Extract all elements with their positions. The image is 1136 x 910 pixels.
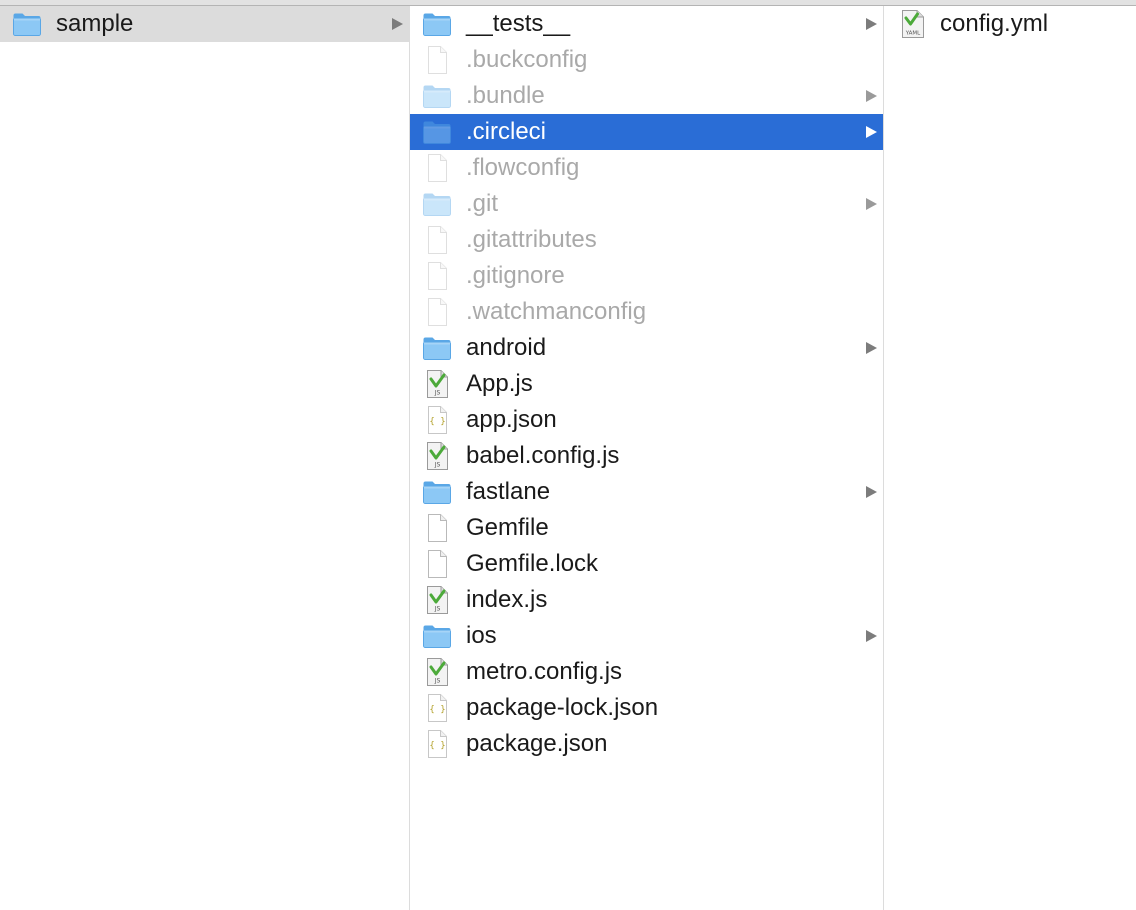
item-name: .gitattributes (466, 226, 597, 253)
document-icon (422, 153, 452, 183)
item-name: .flowconfig (466, 154, 580, 181)
item-name: config.yml (940, 10, 1049, 37)
document-icon (422, 261, 452, 291)
folder-row-fastlane[interactable]: fastlane (410, 474, 883, 510)
folder-row-sample[interactable]: sample (0, 6, 409, 42)
file-row-babel-config-js[interactable]: JS babel.config.js (410, 438, 883, 474)
item-name: .watchmanconfig (466, 298, 647, 325)
file-row-metro-config-js[interactable]: JS metro.config.js (410, 654, 883, 690)
item-name: metro.config.js (466, 658, 623, 685)
folder-icon (422, 621, 452, 651)
folder-row-ios[interactable]: ios (410, 618, 883, 654)
file-row-flowconfig[interactable]: .flowconfig (410, 150, 883, 186)
json-file-icon: { } (422, 405, 452, 435)
disclosure-arrow-icon (866, 630, 877, 642)
folder-icon (422, 117, 452, 147)
disclosure-arrow-icon (866, 486, 877, 498)
svg-text:{ }: { } (429, 741, 445, 751)
file-row-app-js[interactable]: JS App.js (410, 366, 883, 402)
svg-text:YAML: YAML (905, 31, 921, 37)
file-row-watchmanconfig[interactable]: .watchmanconfig (410, 294, 883, 330)
column-sample-contents[interactable]: __tests__ .buckconfig .bundle .circleci .flo… (410, 6, 884, 910)
yaml-file-icon: YAML (898, 9, 928, 39)
document-icon (422, 297, 452, 327)
document-icon (422, 549, 452, 579)
item-name: babel.config.js (466, 442, 620, 469)
item-name: .gitignore (466, 262, 565, 289)
file-row-gemfile[interactable]: Gemfile (410, 510, 883, 546)
folder-icon (422, 477, 452, 507)
item-name: android (466, 334, 547, 361)
file-row-gitattributes[interactable]: .gitattributes (410, 222, 883, 258)
folder-row-tests[interactable]: __tests__ (410, 6, 883, 42)
document-icon (422, 45, 452, 75)
column-parent[interactable]: sample (0, 6, 410, 910)
file-row-app-json[interactable]: { } app.json (410, 402, 883, 438)
item-name: fastlane (466, 478, 551, 505)
folder-icon (422, 189, 452, 219)
disclosure-arrow-icon (866, 342, 877, 354)
item-name: Gemfile.lock (466, 550, 599, 577)
item-name: .buckconfig (466, 46, 588, 73)
json-file-icon: { } (422, 729, 452, 759)
js-file-icon: JS (422, 657, 452, 687)
svg-text:JS: JS (434, 606, 441, 613)
svg-text:JS: JS (434, 678, 441, 685)
item-name: .circleci (466, 118, 547, 145)
file-row-index-js[interactable]: JS index.js (410, 582, 883, 618)
disclosure-arrow-icon (866, 198, 877, 210)
svg-text:JS: JS (434, 462, 441, 469)
svg-text:{ }: { } (429, 705, 445, 715)
disclosure-arrow-icon (866, 126, 877, 138)
json-file-icon: { } (422, 693, 452, 723)
item-name: .git (466, 190, 499, 217)
js-file-icon: JS (422, 585, 452, 615)
svg-text:JS: JS (434, 390, 441, 397)
file-row-config-yml[interactable]: YAML config.yml (884, 6, 1136, 42)
folder-icon (422, 9, 452, 39)
file-row-package-json[interactable]: { } package.json (410, 726, 883, 762)
item-name: .bundle (466, 82, 545, 109)
folder-icon (422, 81, 452, 111)
folder-row-git[interactable]: .git (410, 186, 883, 222)
item-name: ios (466, 622, 497, 649)
item-name: index.js (466, 586, 548, 613)
item-name: package.json (466, 730, 608, 757)
document-icon (422, 513, 452, 543)
item-name: package-lock.json (466, 694, 659, 721)
file-row-package-lock-json[interactable]: { } package-lock.json (410, 690, 883, 726)
file-row-buckconfig[interactable]: .buckconfig (410, 42, 883, 78)
folder-row-circleci[interactable]: .circleci (410, 114, 883, 150)
js-file-icon: JS (422, 441, 452, 471)
document-icon (422, 225, 452, 255)
folder-icon (12, 9, 42, 39)
js-file-icon: JS (422, 369, 452, 399)
folder-row-bundle[interactable]: .bundle (410, 78, 883, 114)
disclosure-arrow-icon (392, 18, 403, 30)
item-name: app.json (466, 406, 557, 433)
item-name: sample (56, 10, 134, 37)
svg-text:{ }: { } (429, 417, 445, 427)
disclosure-arrow-icon (866, 18, 877, 30)
item-name: App.js (466, 370, 533, 397)
disclosure-arrow-icon (866, 90, 877, 102)
folder-row-android[interactable]: android (410, 330, 883, 366)
column-circleci-contents[interactable]: YAML config.yml (884, 6, 1136, 910)
file-row-gitignore[interactable]: .gitignore (410, 258, 883, 294)
item-name: __tests__ (466, 10, 571, 37)
folder-icon (422, 333, 452, 363)
file-row-gemfile-lock[interactable]: Gemfile.lock (410, 546, 883, 582)
item-name: Gemfile (466, 514, 549, 541)
